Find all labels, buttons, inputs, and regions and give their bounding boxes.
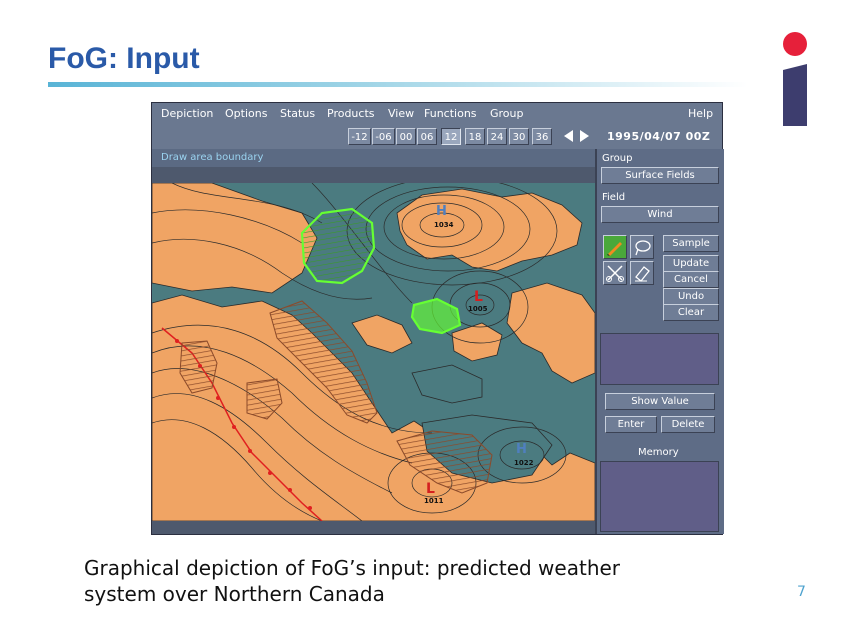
hour-button-30[interactable]: 30 — [509, 128, 529, 145]
menu-help[interactable]: Help — [688, 107, 713, 120]
pressure-center-l2: L — [426, 481, 435, 497]
draw-area-tool[interactable] — [603, 235, 627, 259]
menu-products[interactable]: Products — [327, 107, 375, 120]
map-footer-bar — [152, 521, 595, 534]
memory-well — [600, 461, 719, 532]
pressure-value-1022: 1022 — [514, 459, 534, 467]
weather-map-canvas[interactable]: H L H L 1034 1005 1022 1011 — [152, 183, 595, 521]
eraser-icon — [635, 266, 650, 282]
pressure-value-1034: 1034 — [434, 221, 454, 229]
hour-button-06[interactable]: 06 — [417, 128, 437, 145]
map-header-bar — [152, 167, 595, 183]
hour-button-minus06[interactable]: -06 — [372, 128, 395, 145]
title-underline — [48, 82, 748, 87]
hour-button-12[interactable]: 12 — [441, 128, 461, 145]
field-select-button[interactable]: Wind — [601, 206, 719, 223]
cancel-button[interactable]: Cancel — [663, 271, 719, 288]
update-button[interactable]: Update — [663, 255, 719, 272]
hour-button-minus12[interactable]: -12 — [348, 128, 371, 145]
menu-view[interactable]: View — [388, 107, 414, 120]
menu-options[interactable]: Options — [225, 107, 267, 120]
valid-datetime: 1995/04/07 00Z — [607, 130, 711, 143]
scissors-tool[interactable] — [603, 261, 627, 285]
pressure-value-1011: 1011 — [424, 497, 444, 505]
menu-group[interactable]: Group — [490, 107, 524, 120]
hour-button-24[interactable]: 24 — [487, 128, 507, 145]
next-time-arrow-icon[interactable] — [580, 130, 589, 142]
group-select-button[interactable]: Surface Fields — [601, 167, 719, 184]
sample-button[interactable]: Sample — [663, 235, 719, 252]
field-label: Field — [602, 192, 626, 203]
i-logo-icon — [783, 32, 807, 126]
group-label: Group — [602, 153, 633, 164]
weather-map: H L H L 1034 1005 1022 1011 — [152, 183, 595, 521]
menu-bar: Depiction Options Status Products View F… — [152, 103, 722, 126]
pressure-value-1005: 1005 — [468, 305, 488, 313]
menu-functions[interactable]: Functions — [424, 107, 477, 120]
pressure-center-h1: H — [436, 204, 447, 219]
pressure-center-l1: L — [474, 289, 483, 305]
fog-application-window: Depiction Options Status Products View F… — [151, 102, 724, 535]
slide-title: FoG: Input — [48, 42, 200, 75]
svg-text:L: L — [474, 289, 483, 305]
hour-button-36[interactable]: 36 — [532, 128, 552, 145]
hour-button-00[interactable]: 00 — [396, 128, 416, 145]
lasso-icon — [635, 240, 651, 256]
hour-button-18[interactable]: 18 — [465, 128, 485, 145]
memory-label: Memory — [638, 447, 679, 458]
value-display-well — [600, 333, 719, 385]
caption-line-2: system over Northern Canada — [84, 582, 385, 606]
status-message: Draw area boundary — [152, 149, 595, 167]
delete-button[interactable]: Delete — [661, 416, 715, 433]
svg-text:L: L — [426, 481, 435, 497]
page-number: 7 — [797, 584, 806, 600]
lasso-tool[interactable] — [630, 235, 654, 259]
show-value-button[interactable]: Show Value — [605, 393, 715, 410]
control-panel: Group Surface Fields Field Wind Sample U… — [595, 149, 724, 534]
undo-button[interactable]: Undo — [663, 288, 719, 305]
svg-text:H: H — [436, 204, 447, 219]
clear-button[interactable]: Clear — [663, 304, 719, 321]
previous-time-arrow-icon[interactable] — [564, 130, 573, 142]
scissors-icon — [606, 265, 624, 282]
caption-line-1: Graphical depiction of FoG’s input: pred… — [84, 556, 621, 580]
slide-caption: Graphical depiction of FoG’s input: pred… — [84, 555, 784, 607]
forecast-hour-toolbar: -12 -06 00 06 12 18 24 30 36 1995/04/07 … — [152, 125, 722, 149]
menu-depiction[interactable]: Depiction — [161, 107, 213, 120]
enter-button[interactable]: Enter — [605, 416, 657, 433]
eraser-tool[interactable] — [630, 261, 654, 285]
pressure-center-h2: H — [516, 442, 527, 457]
menu-status[interactable]: Status — [280, 107, 315, 120]
pencil-icon — [607, 242, 622, 256]
svg-text:H: H — [516, 442, 527, 457]
